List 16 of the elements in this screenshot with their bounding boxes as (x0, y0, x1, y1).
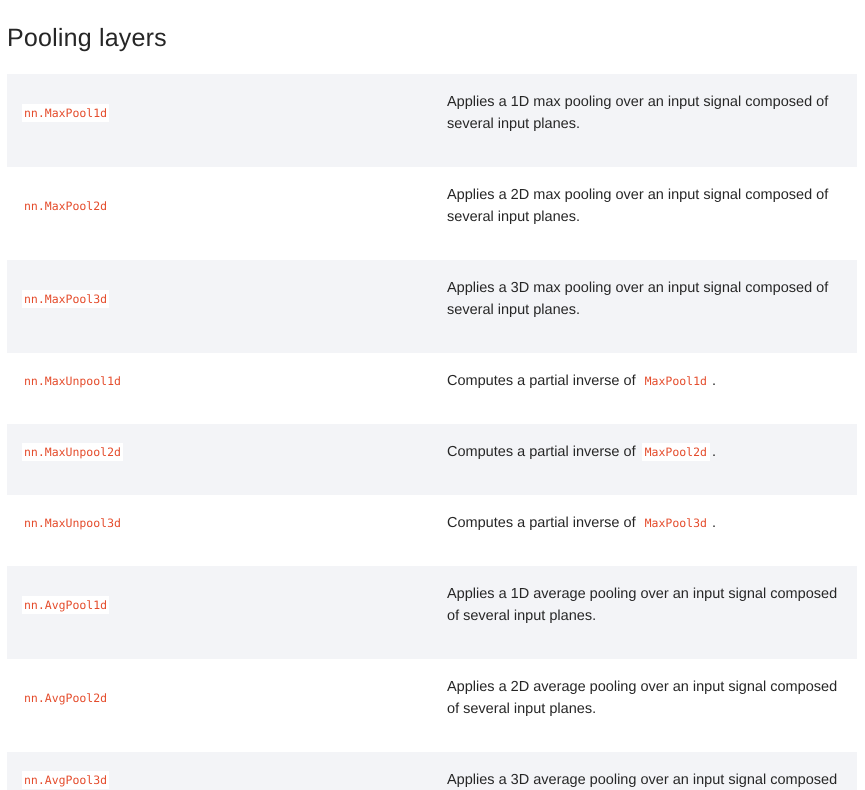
module-name: nn.MaxPool1d (22, 104, 110, 122)
section-title: Pooling layers (7, 23, 168, 54)
description-text: Applies a 3D max pooling over an input signal composed of several input planes. (447, 279, 830, 320)
description-text: Applies a 2D average pooling over an input signal composed of several input planes. (447, 678, 838, 719)
description-text: Applies a 2D max pooling over an input signal composed of several input planes. (447, 186, 830, 227)
code-snippet: MaxPool2d (642, 443, 710, 461)
module-name: nn.MaxPool3d (22, 290, 110, 308)
description-text: Applies a 1D average pooling over an input signal composed of several input planes. (447, 585, 838, 626)
description-text: Computes a partial inverse of MaxPool3d . (447, 513, 716, 534)
module-name: nn.AvgPool3d (22, 771, 110, 789)
module-name: nn.AvgPool1d (22, 596, 110, 614)
description-text: Computes a partial inverse of MaxPool2d . (447, 442, 716, 463)
description-text: Computes a partial inverse of MaxPool1d . (447, 371, 716, 392)
description-text: Applies a 1D max pooling over an input signal composed of several input planes. (447, 93, 830, 134)
description-text: Applies a 3D average pooling over an input signal composed (447, 771, 838, 790)
module-name: nn.MaxUnpool2d (22, 443, 123, 461)
